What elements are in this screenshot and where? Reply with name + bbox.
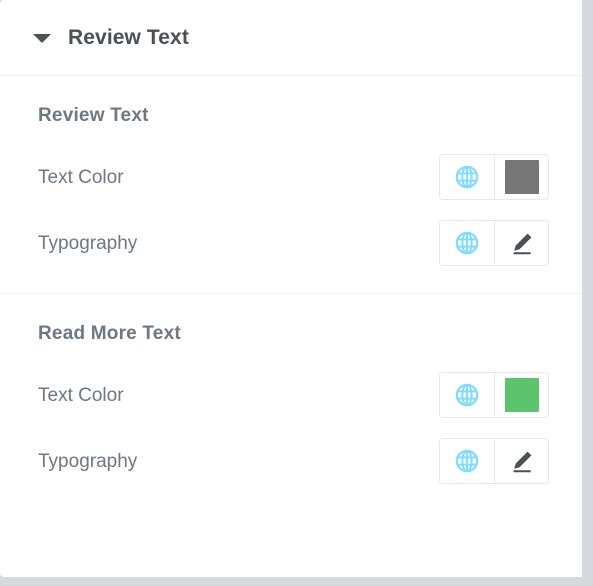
color-control-cluster <box>439 154 549 200</box>
globe-icon <box>455 449 479 473</box>
control-label: Typography <box>38 232 138 254</box>
color-swatch-button[interactable] <box>494 155 548 199</box>
global-typography-button[interactable] <box>440 221 494 265</box>
color-control-cluster <box>439 372 549 418</box>
color-swatch <box>504 160 539 194</box>
caret-down-icon[interactable] <box>33 34 51 43</box>
control-row-text-color: Text Color <box>38 151 549 203</box>
color-swatch-button[interactable] <box>494 373 548 417</box>
global-color-button[interactable] <box>440 373 494 417</box>
typography-control-cluster <box>439 438 549 484</box>
control-label: Text Color <box>38 166 124 188</box>
pencil-icon <box>513 233 531 255</box>
group-title: Review Text <box>38 105 149 126</box>
pencil-icon <box>513 451 531 473</box>
control-row-typography: Typography <box>38 217 549 269</box>
control-label: Typography <box>38 450 138 472</box>
control-group-read-more-text: Read More Text Text Color Typography <box>0 293 582 511</box>
globe-icon <box>455 231 479 255</box>
control-group-review-text: Review Text Text Color Typography <box>0 76 582 293</box>
edit-typography-button[interactable] <box>494 439 548 483</box>
page-title: Review Text <box>68 26 189 49</box>
edit-typography-button[interactable] <box>494 221 548 265</box>
globe-icon <box>455 383 479 407</box>
global-color-button[interactable] <box>440 155 494 199</box>
control-row-text-color: Text Color <box>38 369 549 421</box>
group-title: Read More Text <box>38 323 181 344</box>
global-typography-button[interactable] <box>440 439 494 483</box>
review-text-settings-panel: Review Text Review Text Text Color Typog… <box>0 0 582 577</box>
color-swatch <box>504 378 539 412</box>
control-row-typography: Typography <box>38 435 549 487</box>
typography-control-cluster <box>439 220 549 266</box>
section-header-review-text[interactable]: Review Text <box>0 0 582 76</box>
globe-icon <box>455 165 479 189</box>
control-label: Text Color <box>38 384 124 406</box>
